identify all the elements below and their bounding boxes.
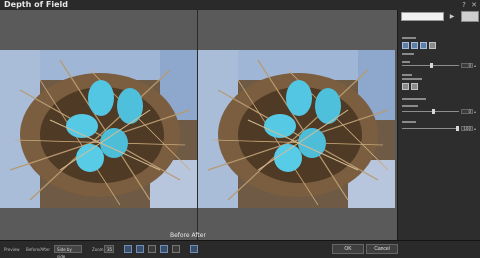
ellipse-select-icon[interactable] — [411, 42, 418, 49]
pan-icon[interactable] — [190, 245, 198, 253]
blur-slider[interactable] — [402, 63, 459, 68]
focus-label-bar — [402, 121, 416, 123]
before-pane — [0, 10, 197, 240]
focus-slider-thumb[interactable] — [456, 126, 459, 131]
blur-spin-icon[interactable]: ▴ — [474, 63, 478, 68]
bottom-toolbar: Preview Before/After Side by side Zoom 3… — [0, 240, 480, 258]
before-photo — [0, 50, 197, 208]
focus-slider[interactable] — [402, 126, 459, 131]
blur-value-field[interactable]: 0 — [461, 63, 473, 68]
cancel-button[interactable]: Cancel — [366, 244, 398, 254]
preview-toggle[interactable]: Preview — [4, 247, 20, 252]
preset-input[interactable] — [401, 12, 444, 21]
blur-label-bar — [402, 53, 414, 55]
close-icon[interactable]: ✕ — [470, 1, 478, 9]
after-pane — [198, 10, 395, 240]
feather-slider-thumb[interactable] — [432, 109, 435, 114]
feather-slider[interactable] — [402, 109, 459, 114]
feather-value-field[interactable]: 0 — [461, 109, 473, 114]
help-icon[interactable]: ? — [460, 1, 468, 9]
blur-amount-label-bar — [402, 98, 426, 100]
focus-value-field[interactable]: 100 — [461, 126, 473, 131]
clear-select-icon[interactable] — [429, 42, 436, 49]
selection-label-bar — [402, 37, 416, 39]
hand-tool-icon[interactable] — [148, 245, 156, 253]
zoom-field[interactable]: 35 — [104, 245, 114, 253]
window-title: Depth of Field — [4, 0, 68, 9]
zoom-label: Zoom — [92, 247, 104, 252]
settings-panel: ▶ 0 ▴ 0 ▴ 100 ▴ — [397, 10, 480, 240]
title-bar: Depth of Field ? ✕ — [0, 0, 480, 10]
lasso-select-icon[interactable] — [420, 42, 427, 49]
blur-slider-thumb[interactable] — [430, 63, 433, 68]
compare-label: Before/After — [26, 247, 51, 252]
zoom-in-icon[interactable] — [160, 245, 168, 253]
shape-label-bar — [402, 74, 412, 76]
feather-spin-icon[interactable]: ▴ — [474, 109, 478, 114]
preset-next-icon[interactable]: ▶ — [448, 12, 456, 21]
focus-spin-icon[interactable]: ▴ — [474, 126, 478, 131]
after-photo — [198, 50, 395, 208]
compare-mode-select[interactable]: Side by side — [54, 245, 82, 258]
navigator-thumbnail[interactable] — [461, 11, 479, 22]
ok-button[interactable]: OK — [332, 244, 364, 254]
invert-selection-icon[interactable] — [402, 83, 409, 90]
before-after-caption: Before After — [170, 232, 206, 239]
actual-size-icon[interactable] — [136, 245, 144, 253]
rectangle-select-icon[interactable] — [402, 42, 409, 49]
feather-selection-icon[interactable] — [411, 83, 418, 90]
feather-label-bar — [402, 105, 418, 107]
fade-label-bar — [402, 61, 410, 63]
selection-shape-label-bar — [402, 78, 422, 80]
preview-workspace: Before After — [0, 10, 397, 240]
zoom-out-icon[interactable] — [172, 245, 180, 253]
fit-view-icon[interactable] — [124, 245, 132, 253]
